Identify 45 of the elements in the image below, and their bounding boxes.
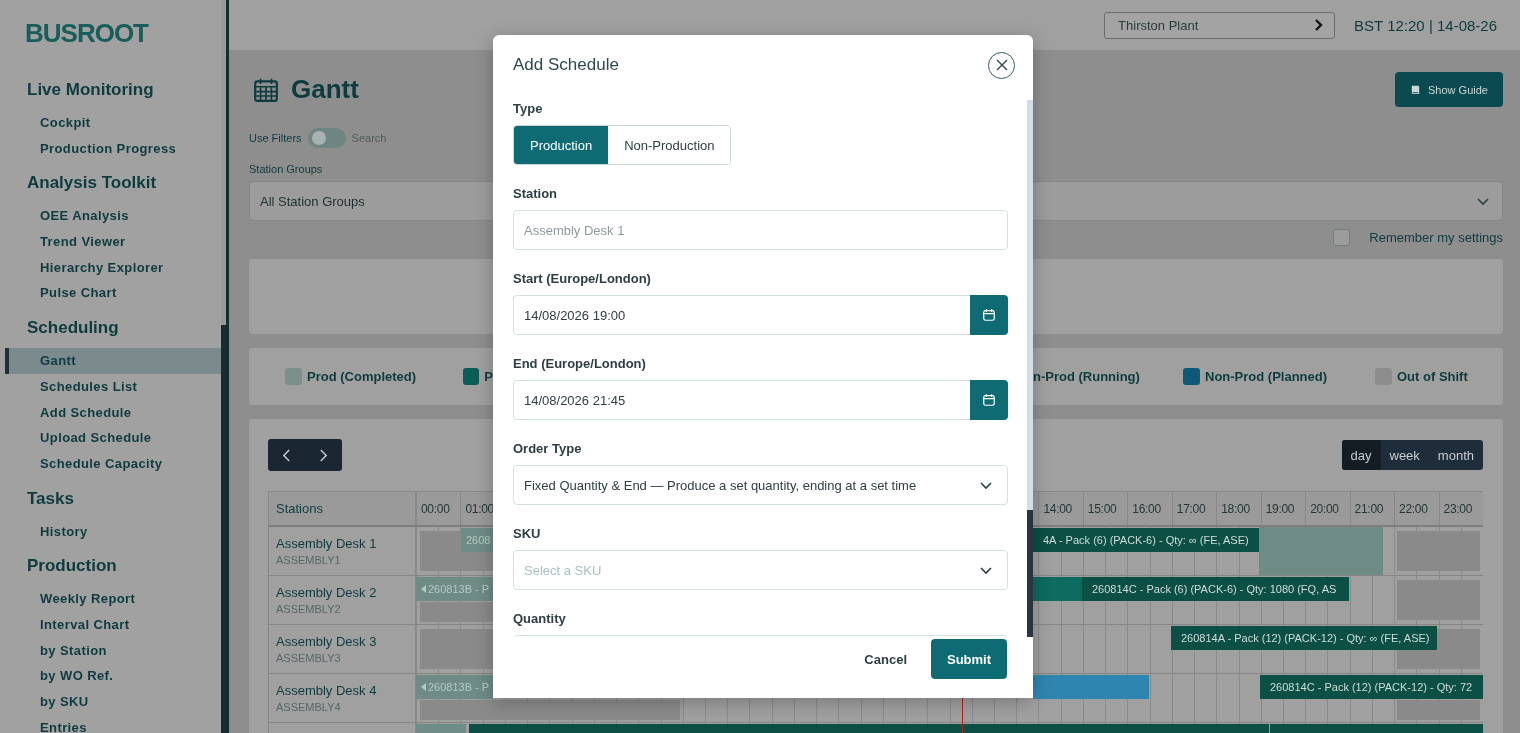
station-code: ASSEMBLY2 xyxy=(276,603,342,615)
legend-label: Prod (Completed) xyxy=(307,369,417,384)
legend-label: n-Prod (Running) xyxy=(1033,369,1140,384)
field-label: Station xyxy=(513,185,559,202)
station-name: Assembly Desk 3 xyxy=(276,634,378,649)
clock-text: BST 12:20 | 14-08-26 xyxy=(1354,16,1497,34)
station-code: ASSEMBLY4 xyxy=(276,701,342,713)
field-label: Type xyxy=(513,100,544,117)
section-heading: Scheduling xyxy=(26,317,120,340)
legend-label: Non-Prod (Planned) xyxy=(1205,369,1328,384)
station-name: Assembly Desk 1 xyxy=(276,536,378,551)
legend-label: P xyxy=(484,369,493,384)
hour-label: 18:00 xyxy=(1220,501,1250,516)
hour-label: 19:00 xyxy=(1264,501,1295,516)
field-label: Start (Europe/London) xyxy=(513,270,652,287)
hour-label: 01:00 xyxy=(464,501,494,516)
hour-label: 21:00 xyxy=(1353,501,1384,516)
hour-label: 20:00 xyxy=(1309,501,1339,516)
station-name: Assembly Desk 4 xyxy=(276,683,378,698)
hour-label: 14:00 xyxy=(1042,501,1072,516)
field-label: Quantity xyxy=(513,610,567,627)
legend-label: Out of Shift xyxy=(1397,369,1468,384)
hour-label: 16:00 xyxy=(1131,501,1161,516)
hour-label: 00:00 xyxy=(420,501,450,516)
filters-label: Use Filters xyxy=(249,132,302,144)
station-code: ASSEMBLY3 xyxy=(276,652,342,664)
dialog-title: Add Schedule xyxy=(513,55,619,75)
section-heading: Production xyxy=(26,555,118,578)
field-label: End (Europe/London) xyxy=(513,355,647,372)
remember-label: Remember my settings xyxy=(1369,229,1503,245)
section-heading: Live Monitoring xyxy=(26,79,155,101)
hour-label: 15:00 xyxy=(1086,501,1117,516)
search-label: Search xyxy=(351,132,387,144)
brand-logo: BUSROOT xyxy=(24,18,150,48)
station-groups-label: Station Groups xyxy=(249,163,324,175)
station-name: Assembly Desk 2 xyxy=(276,585,378,600)
hour-label: 23:00 xyxy=(1442,501,1473,516)
station-code: ASSEMBLY1 xyxy=(276,554,342,566)
section-heading: Analysis Toolkit xyxy=(26,172,158,195)
section-heading: Tasks xyxy=(26,487,75,510)
hour-label: 22:00 xyxy=(1398,501,1428,516)
field-label: Order Type xyxy=(513,440,583,457)
hour-label: 17:00 xyxy=(1175,501,1206,516)
column-header: Stations xyxy=(268,491,416,525)
page-title: Gantt xyxy=(291,74,359,105)
